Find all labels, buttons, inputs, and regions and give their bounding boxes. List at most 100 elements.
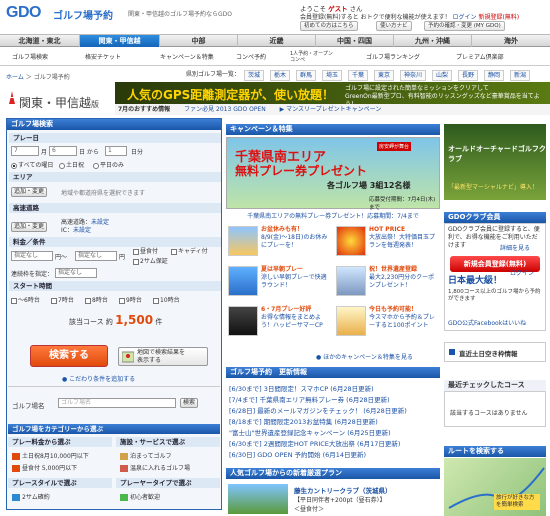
pref-niigata[interactable]: 新潟 (510, 70, 531, 81)
style-item-1[interactable]: 2サム確約 (12, 492, 50, 501)
update-item[interactable]: [6/30まで] 3日間限定！スマホCP (6月28日更新) (229, 383, 374, 393)
nav-course-search[interactable]: ゴルフ場検索 (12, 52, 48, 64)
checkbox-icon (51, 297, 57, 304)
my-gdo-button[interactable]: 予約の確認・変更 (MY GDO) (424, 21, 505, 31)
campaign-card[interactable]: HOT PRICE 大放出祭！大特価目玉プランを毎週発表！ (336, 226, 440, 264)
nav-compe[interactable]: コンペ予約 (236, 52, 266, 64)
right-login-link[interactable]: ログイン (510, 268, 534, 277)
orchard-ad-banner[interactable]: オールドオーチャードゴルフクラブ 「最新型マーシャルナビ」導入！ (444, 124, 546, 200)
vacancy-promo[interactable]: 直近土日空き枠情報 (444, 342, 546, 362)
nav-premium[interactable]: プレミアム倶楽部 (456, 52, 504, 64)
update-item[interactable]: [8/18まで] 期間限定2013お盆特集 (6月28日更新) (229, 416, 378, 426)
add-condition-link[interactable]: ● こだわり条件を追加する (62, 374, 135, 383)
campaign-card[interactable]: 今日も予約可能！ 今スマホから予約＆プレーすると100ポイント (336, 306, 440, 344)
checkbox-icon (119, 297, 125, 304)
price-item-2[interactable]: 昼食付 5,000円以下 (12, 463, 77, 472)
campaign-card[interactable]: お盆休みも有！ 8/9(金)～18日)のお休みにプレーを！ (228, 226, 332, 264)
guide-button[interactable]: 使い方ナビ (376, 21, 412, 31)
region-tab-kanto[interactable]: 関東・甲信越 (80, 35, 160, 47)
month-select[interactable]: 7 (11, 146, 39, 156)
price-min-select[interactable]: 指定なし (11, 251, 53, 261)
register-link[interactable]: 新規登録(無料) (478, 14, 519, 21)
route-map[interactable]: 旅行が好きな方を簡単検索 (444, 458, 546, 516)
region-tab-chugoku[interactable]: 中国・四国 (316, 35, 394, 47)
radio-icon (93, 162, 99, 169)
region-tab-hokkaido[interactable]: 北海道・東北 (0, 35, 80, 47)
cond-lunch[interactable]: 昼食付 (133, 246, 158, 255)
course-photo[interactable] (228, 484, 288, 514)
consec-select[interactable]: 指定なし (55, 268, 97, 278)
checkbox-icon (85, 297, 91, 304)
chiba-caption-link[interactable]: 千葉県南エリアの無料プレー券プレゼント！応募期間：7/4まで (226, 211, 440, 220)
nav-ranking[interactable]: ゴルフ場ランキング (366, 52, 420, 64)
course-name-input[interactable]: ゴルフ場名 (58, 398, 176, 408)
highway-change-button[interactable]: 追加・変更 (11, 222, 48, 232)
start-opt-8[interactable]: 8時台 (85, 295, 108, 304)
member-detail-link[interactable]: 詳細を見る (500, 243, 530, 252)
campaign-card[interactable]: 6・7月プレー好評 お得な情報をまとめよう！ハッピーサマーCP (228, 306, 332, 344)
rec-gdo-open[interactable]: ファン必見 2013 GDO OPEN (184, 106, 266, 113)
day-opt-weekend[interactable]: 土日祝 (59, 160, 84, 169)
update-item[interactable]: [6/30日] GDO OPEN 予約開始 (6月14日更新) (229, 449, 366, 459)
facebook-link[interactable]: GDO公式Facebookはいいね (448, 318, 526, 327)
search-button[interactable]: 検索する (30, 345, 108, 367)
category-search-title: ゴルフ場をカテゴリーから選ぶ (8, 424, 220, 434)
area-change-button[interactable]: 追加・変更 (11, 187, 48, 197)
nav-solo[interactable]: 1人予約・オープンコンペ (290, 51, 334, 63)
region-tab-kinki[interactable]: 近畿 (238, 35, 316, 47)
pref-tochigi[interactable]: 栃木 (270, 70, 291, 81)
chiba-campaign-banner[interactable]: 房安岬が舞台 千葉県南エリア 無料プレー券プレゼント 各ゴルフ場 3組12名様 … (226, 137, 440, 211)
start-opt-10[interactable]: 10時台 (153, 295, 180, 304)
region-tab-overseas[interactable]: 海外 (472, 35, 550, 47)
popular-course-link[interactable]: 藤生カントリークラブ（茨城県） (294, 485, 392, 495)
nav-campaign[interactable]: キャンペーン＆特集 (160, 52, 214, 64)
update-item[interactable]: [6/28日] 最新のメールマガジンをチェック！ (6月28日更新) (229, 405, 407, 415)
rec-monthly-present[interactable]: ▶ マンスリープレゼントキャンペーン (280, 106, 382, 113)
pref-chiba[interactable]: 千葉 (348, 70, 369, 81)
start-opt-7[interactable]: 7時台 (51, 295, 74, 304)
fuji-thumbnail (336, 266, 366, 296)
nav-cheap-tickets[interactable]: 格安チケット (85, 52, 121, 64)
pref-nagano[interactable]: 長野 (458, 70, 479, 81)
region-tab-kyushu[interactable]: 九州・沖縄 (394, 35, 472, 47)
pref-gunma[interactable]: 群馬 (296, 70, 317, 81)
update-item[interactable]: [7/4まで] 千葉県南エリア無料プレー券 (6月28日更新) (229, 394, 390, 404)
login-link[interactable]: ログイン (453, 14, 477, 21)
facility-item-1[interactable]: 泊まってゴルフ (120, 451, 171, 460)
campaign-card[interactable]: 祝！世界遺産登録 最大2,230円分のクーポンプレゼント！ (336, 266, 440, 304)
price-max-select[interactable]: 指定なし (75, 251, 117, 261)
cond-caddie[interactable]: キャディ付 (171, 246, 208, 255)
highway-heading: 高速道路 (9, 203, 221, 213)
popular-plan-text: 【平日同伴者+200pt（昼石券）】 (294, 497, 386, 504)
update-item[interactable]: "富士山"世界遺産登録記念キャンペーン (6月25日更新) (229, 427, 391, 437)
gps-campaign-banner[interactable]: 人気のGPS距離測定器が、使い放題！ ゴルフ場に設定された簡単なミッションをクリ… (115, 82, 550, 108)
start-opt-9[interactable]: 9時台 (119, 295, 142, 304)
pref-yamanashi[interactable]: 山梨 (432, 70, 453, 81)
campaign-card[interactable]: 夏は早朝プレー 涼しい早朝プレーで快適ラウンド！ (228, 266, 332, 304)
breadcrumb-home[interactable]: ホーム (6, 74, 24, 81)
pref-kanagawa[interactable]: 神奈川 (400, 70, 427, 81)
course-name-search-button[interactable]: 検索 (180, 398, 199, 408)
first-time-button[interactable]: 初めての方はこちら (300, 21, 358, 31)
recent-empty-text: 該当するコースはありません (450, 410, 528, 417)
pref-shizuoka[interactable]: 静岡 (484, 70, 505, 81)
more-campaign-link[interactable]: ● ほかのキャンペーン＆特集を見る (316, 352, 413, 361)
price-item-1[interactable]: 土日祝8月10,000円以下 (12, 451, 89, 460)
map-search-button[interactable]: 地図で検索結果を 表示する (118, 347, 208, 366)
range-select[interactable]: 1 (105, 146, 127, 156)
pref-tokyo[interactable]: 東京 (374, 70, 395, 81)
day-opt-weekday[interactable]: 平日のみ (93, 160, 124, 169)
gdo-logo[interactable]: GDO (6, 4, 41, 22)
pref-saitama[interactable]: 埼玉 (322, 70, 343, 81)
cond-2sum[interactable]: 2サム保証 (133, 256, 168, 265)
area-hint: 地域や都道府県を選択できます (61, 190, 146, 197)
facility-item-2[interactable]: 温泉に入れるゴルフ場 (120, 463, 190, 472)
region-tab-chubu[interactable]: 中部 (160, 35, 238, 47)
day-opt-all[interactable]: すべての曜日 (11, 160, 53, 169)
type-item-1[interactable]: 初心者歓迎 (120, 492, 160, 501)
day-select[interactable]: 6 (49, 146, 77, 156)
pref-ibaraki[interactable]: 茨城 (244, 70, 265, 81)
update-item[interactable]: [6/30まで] 2週間限定HOT PRICE大放出祭 (6月17日更新) (229, 438, 400, 448)
start-opt-6[interactable]: ～6時台 (11, 295, 40, 304)
logo-subtitle[interactable]: ゴルフ場予約 (53, 7, 113, 22)
